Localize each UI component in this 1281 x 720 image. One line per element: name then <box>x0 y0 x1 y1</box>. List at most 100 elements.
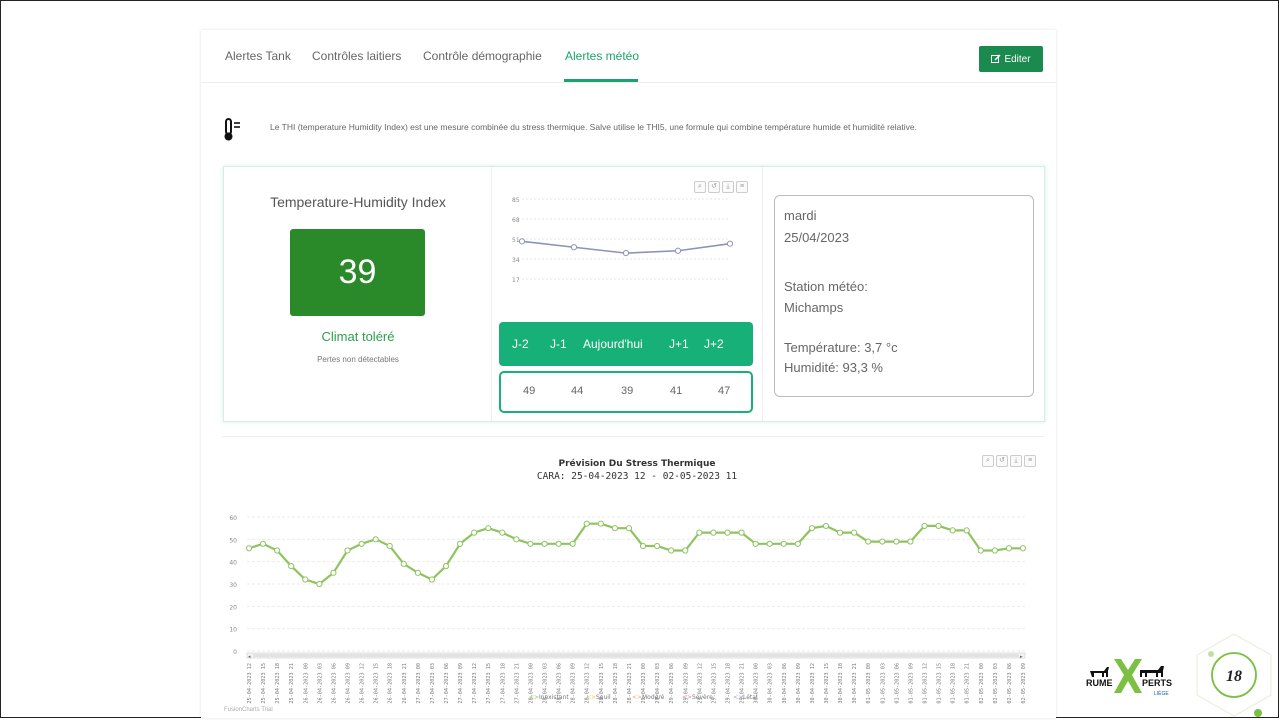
data-point <box>372 536 379 543</box>
svg-text:PERTS: PERTS <box>1142 678 1172 688</box>
day-value: 44 <box>571 385 584 397</box>
day-j+1[interactable]: J+1 <box>669 337 689 351</box>
x-tick-label: 01-05-2023 03 <box>880 663 886 704</box>
day-selector: J-2 J-1 Aujourd'hui J+1 J+2 <box>499 322 753 366</box>
thi-title: Temperature-Humidity Index <box>270 194 446 210</box>
y-tick-label: 10 <box>229 627 237 634</box>
data-point <box>1019 545 1027 552</box>
x-tick-label: 27-04-2023 15 <box>486 663 492 704</box>
y-tick-label: 85 <box>512 197 520 204</box>
x-tick-label: 02-05-2023 03 <box>993 663 999 704</box>
legend-marker: <> <box>586 694 596 701</box>
day-j-2[interactable]: J-2 <box>512 337 529 351</box>
data-point <box>639 542 647 550</box>
data-point <box>274 547 281 554</box>
thi-value-box: 39 <box>290 229 425 316</box>
x-tick-label: 27-04-2023 00 <box>416 663 422 704</box>
data-point <box>245 545 253 552</box>
x-tick-label: 01-05-2023 12 <box>922 663 928 704</box>
data-point <box>344 547 351 554</box>
data-point <box>302 576 309 583</box>
x-tick-label: 27-04-2023 06 <box>444 663 450 704</box>
legend-marker: <> <box>632 694 642 701</box>
data-point <box>766 540 773 547</box>
day-j-1[interactable]: J-1 <box>550 337 567 351</box>
day-today[interactable]: Aujourd'hui <box>583 337 643 351</box>
x-tick-label: 30-04-2023 09 <box>796 663 802 704</box>
y-tick-label: 60 <box>229 515 237 522</box>
day-value: 41 <box>670 385 683 397</box>
station-name: Michamps <box>784 300 844 315</box>
svg-text:RUME: RUME <box>1086 678 1113 688</box>
data-point <box>428 576 436 583</box>
tab-controle-demographie[interactable]: Contrôle démographie <box>423 49 542 63</box>
data-point <box>513 536 520 543</box>
tab-alertes-meteo[interactable]: Alertes météo <box>565 49 639 63</box>
x-tick-label: 01-05-2023 21 <box>965 663 971 704</box>
legend-marker: <> <box>733 694 743 701</box>
x-tick-label: 02-05-2023 09 <box>1021 663 1027 704</box>
data-point <box>907 538 914 545</box>
x-tick-label: 26-04-2023 09 <box>346 663 352 704</box>
data-point <box>696 529 703 536</box>
x-tick-label: 28-04-2023 18 <box>613 663 619 704</box>
data-point <box>570 244 578 251</box>
day-j+2[interactable]: J+2 <box>704 337 724 351</box>
humidity: Humidité: 93,3 % <box>784 360 883 375</box>
data-point <box>752 540 759 547</box>
tab-controles-laitiers[interactable]: Contrôles laitiers <box>312 49 401 63</box>
data-point <box>330 569 337 576</box>
forecast-chart-svg: 0102030405060◂ ▸25-04-2023 12 25-04-2023 1… <box>229 515 1027 704</box>
data-point <box>471 529 478 536</box>
y-tick-label: 51 <box>512 237 520 244</box>
edit-icon <box>991 54 1001 63</box>
x-tick-label: 25-04-2023 18 <box>275 663 281 704</box>
rumexperts-logo: RUME PERTS LIÈGE <box>1086 659 1172 697</box>
y-tick-label: 34 <box>512 257 520 264</box>
x-tick-label: 26-04-2023 15 <box>374 663 380 704</box>
data-point <box>555 540 562 547</box>
legend-item: <> Modéré <box>632 694 665 701</box>
app-page: Alertes Tank Contrôles laitiers Contrôle… <box>201 30 1056 718</box>
x-tick-label: 01-05-2023 00 <box>866 663 872 704</box>
legend-item: <> Létal <box>733 694 758 701</box>
legend-label: Modéré <box>642 694 665 701</box>
data-point <box>991 547 998 554</box>
x-tick-label: 25-04-2023 15 <box>261 663 267 704</box>
data-point <box>851 529 858 536</box>
edit-button[interactable]: Editer <box>979 46 1043 72</box>
loss-status: Pertes non détectables <box>317 355 399 364</box>
data-point <box>288 563 295 570</box>
data-point <box>414 569 421 576</box>
data-point <box>865 538 872 545</box>
data-point <box>583 520 590 527</box>
thi-mini-chart: ⌕ ↺ ⤓ ≡ 17 34 51 68 85 J-2 J-1 Aujourd'hui J… <box>491 167 763 421</box>
x-tick-label: 25-04-2023 21 <box>289 663 295 704</box>
fusioncharts-watermark: FusionCharts Trial <box>224 707 273 713</box>
active-tab-indicator <box>564 79 638 82</box>
data-point <box>485 525 492 532</box>
page-number-badge: 18 <box>1196 633 1272 717</box>
thi-card: Temperature-Humidity Index 39 Climat tol… <box>223 166 1045 422</box>
x-tick-label: 02-05-2023 00 <box>979 663 985 704</box>
x-tick-label: 01-05-2023 06 <box>894 663 900 704</box>
data-point <box>808 525 816 532</box>
day-values: 49 44 39 41 47 <box>499 371 753 413</box>
x-tick-label: 27-04-2023 12 <box>472 663 478 704</box>
x-tick-label: 01-05-2023 15 <box>937 663 943 704</box>
data-point <box>527 540 534 547</box>
legend-label: Seuil <box>596 694 611 701</box>
data-point <box>611 525 618 532</box>
x-tick-label: 27-04-2023 03 <box>430 663 436 704</box>
x-tick-label: 26-04-2023 12 <box>360 663 366 704</box>
data-point <box>518 238 526 245</box>
data-point <box>625 525 633 532</box>
legend-label: Inexistant <box>539 694 569 701</box>
x-tick-label: 30-04-2023 03 <box>768 663 774 704</box>
data-point <box>668 547 675 554</box>
x-tick-label: 30-04-2023 18 <box>838 663 844 704</box>
legend-label: Sévère <box>692 694 713 701</box>
tab-alertes-tank[interactable]: Alertes Tank <box>225 49 291 63</box>
data-point <box>822 522 830 530</box>
data-point <box>794 540 801 547</box>
